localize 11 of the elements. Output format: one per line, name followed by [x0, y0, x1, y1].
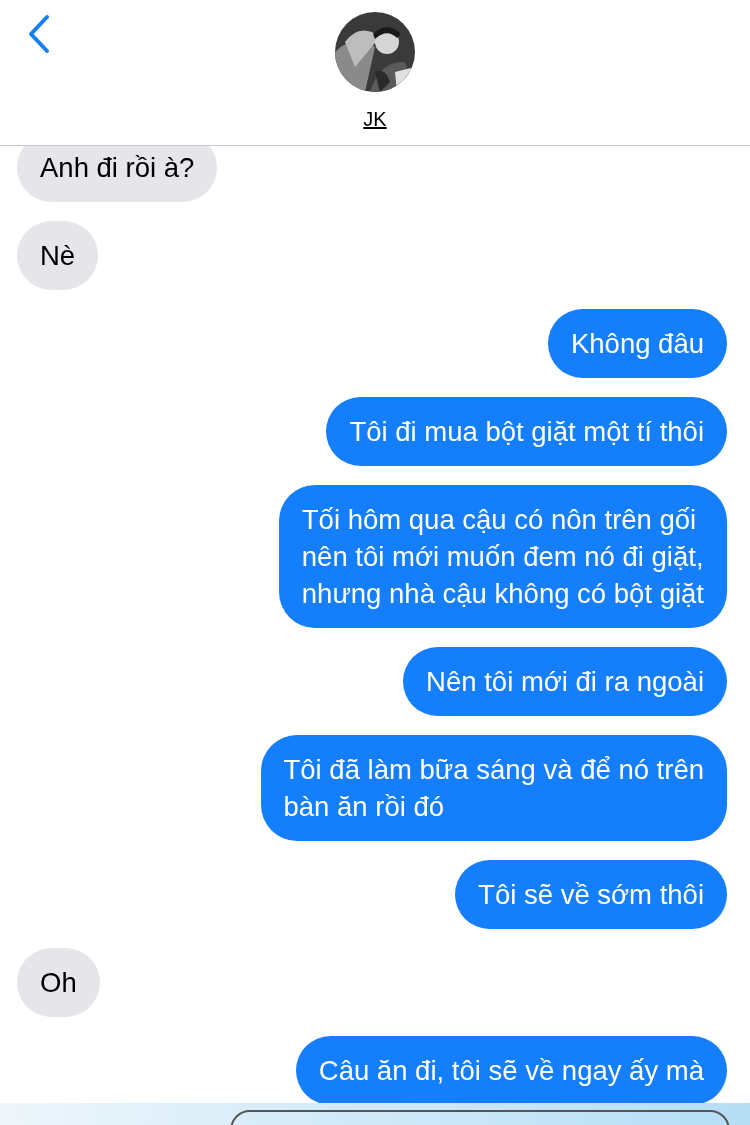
message-bubble: Câu ăn đi, tôi sẽ về ngay ấy mà — [295, 1036, 727, 1105]
message-bubble: Tối hôm qua cậu có nôn trên gối nên tôi mới muốn đem nó đi giặt, nhưng nhà cậu không có bột giặt — [278, 485, 727, 628]
message-bubble: Tôi đã làm bữa sáng và để nó trên bàn ăn rồi đó — [260, 735, 727, 841]
contact-name[interactable]: JK — [363, 108, 387, 131]
message-bubble: Tôi đi mua bột giặt một tí thôi — [326, 397, 727, 466]
back-icon[interactable] — [27, 14, 51, 54]
message-bubble: Không đâu — [547, 309, 727, 378]
message-bubble: Tôi sẽ về sớm thôi — [455, 860, 727, 929]
message-bubble: Nè — [17, 221, 99, 290]
message-bubble: Oh — [17, 948, 100, 1017]
message-bubble: Nên tôi mới đi ra ngoài — [403, 647, 727, 716]
